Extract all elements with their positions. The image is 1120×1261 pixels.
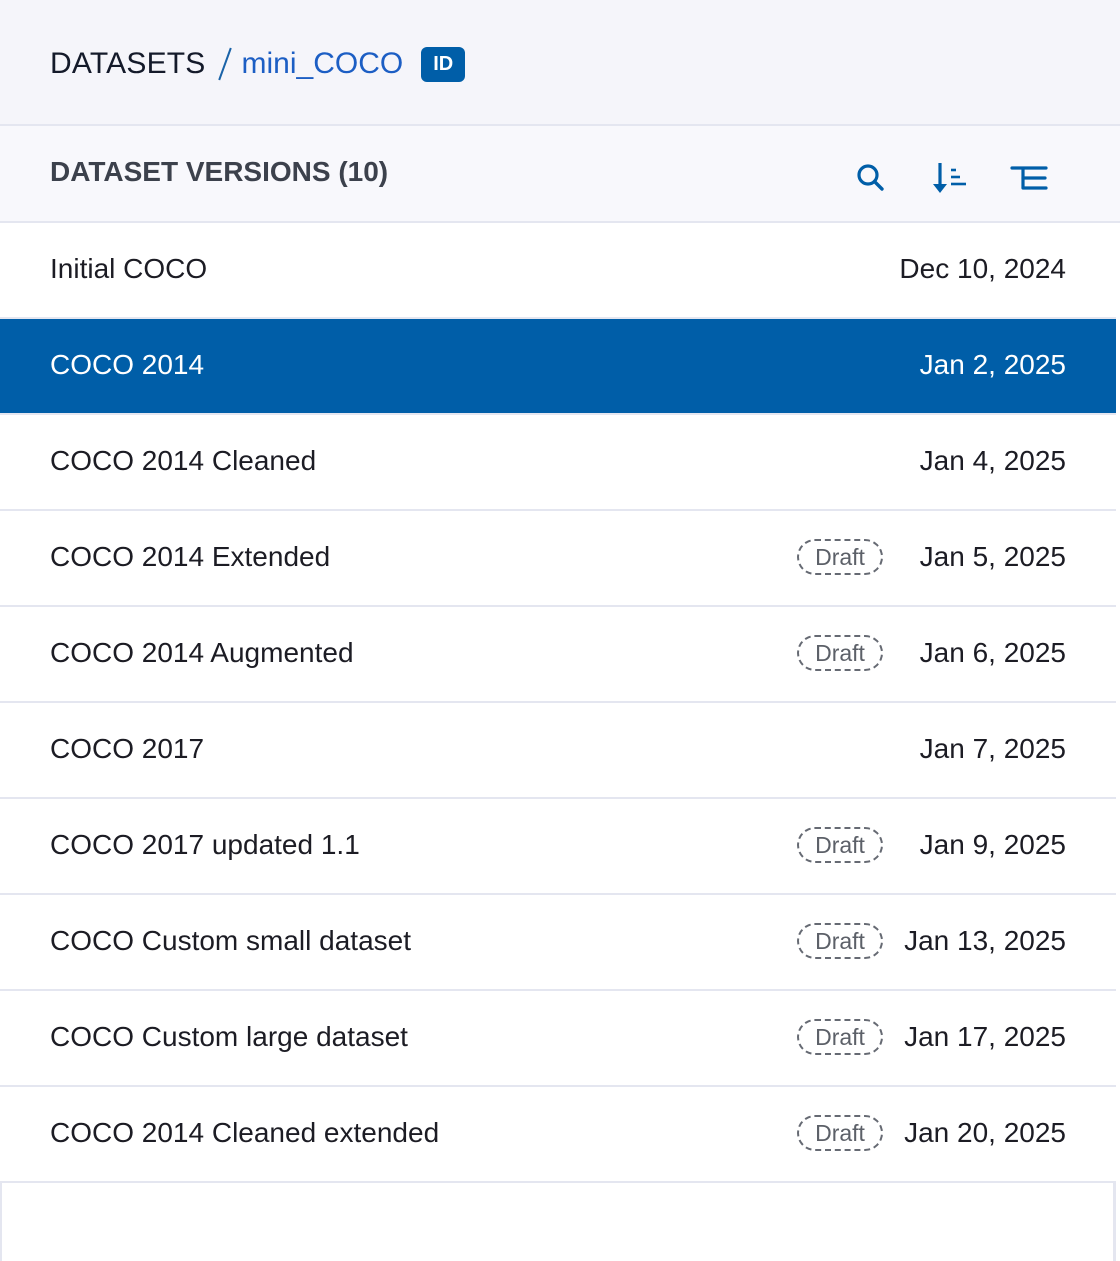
version-name: COCO 2014 Cleaned [50,445,317,476]
section-title: DATASET VERSIONS (10) [50,156,389,187]
version-date: Jan 2, 2025 [919,349,1066,380]
version-row[interactable]: COCO Custom large dataset Draft Jan 17, … [0,991,1116,1087]
version-row[interactable]: COCO 2017 updated 1.1 Draft Jan 9, 2025 [0,799,1116,895]
version-date: Jan 20, 2025 [904,1117,1066,1148]
draft-badge: Draft [797,923,883,959]
version-row[interactable]: COCO 2017 Jan 7, 2025 [0,703,1116,799]
version-row[interactable]: COCO 2014 Cleaned extended Draft Jan 20,… [0,1087,1116,1183]
version-name: COCO 2017 [50,733,205,764]
version-row[interactable]: Initial COCO Dec 10, 2024 [0,223,1116,319]
version-date: Jan 6, 2025 [919,637,1066,668]
breadcrumb: DATASETS mini_COCO ID [50,44,466,84]
version-row[interactable]: COCO 2014 Cleaned Jan 4, 2025 [0,415,1116,511]
version-row[interactable]: COCO Custom small dataset Draft Jan 13, … [0,895,1116,991]
version-name: Initial COCO [50,253,208,284]
draft-badge: Draft [797,827,883,863]
search-button[interactable] [851,158,891,198]
version-name: COCO 2014 [50,349,205,380]
version-date: Jan 4, 2025 [919,445,1066,476]
version-date: Jan 13, 2025 [904,925,1066,956]
sort-icon [933,163,966,193]
version-name: COCO 2017 updated 1.1 [50,829,360,860]
version-name: COCO Custom small dataset [50,925,411,956]
version-row-selected[interactable]: COCO 2014 Jan 2, 2025 [0,319,1116,415]
breadcrumb-current-dataset[interactable]: mini_COCO [242,47,404,81]
versions-header: DATASET VERSIONS (10) [0,126,1120,223]
version-name: COCO 2014 Augmented [50,637,354,668]
version-name: COCO 2014 Cleaned extended [50,1117,440,1148]
version-date: Jan 7, 2025 [919,733,1066,764]
version-date: Jan 17, 2025 [904,1021,1066,1052]
id-badge-button[interactable]: ID [421,46,466,82]
tree-view-button[interactable] [1010,158,1050,198]
version-row[interactable]: COCO 2014 Extended Draft Jan 5, 2025 [0,511,1116,607]
version-date: Jan 5, 2025 [919,541,1066,572]
draft-badge: Draft [797,1115,883,1151]
version-date: Dec 10, 2024 [899,253,1066,284]
version-name: COCO 2014 Extended [50,541,331,572]
sort-button[interactable] [930,158,970,198]
draft-badge: Draft [797,635,883,671]
top-bar: DATASETS mini_COCO ID [0,0,1120,126]
breadcrumb-datasets-link[interactable]: DATASETS [50,47,206,81]
version-name: COCO Custom large dataset [50,1021,408,1052]
draft-badge: Draft [797,539,883,575]
breadcrumb-separator [217,47,232,81]
version-row[interactable]: COCO 2014 Augmented Draft Jan 6, 2025 [0,607,1116,703]
search-icon [857,164,884,191]
draft-badge: Draft [797,1019,883,1055]
tree-view-icon [1010,166,1048,190]
versions-list: Initial COCO Dec 10, 2024 COCO 2014 Jan … [0,223,1116,1183]
version-date: Jan 9, 2025 [919,829,1066,860]
